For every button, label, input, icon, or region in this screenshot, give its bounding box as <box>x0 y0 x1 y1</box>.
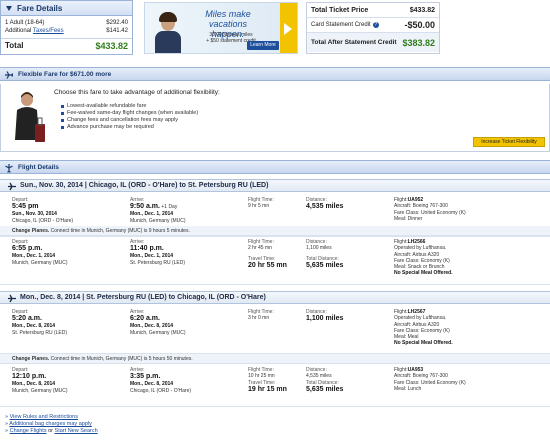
collapse-triangle-icon[interactable] <box>6 6 12 11</box>
total-ticket-price-row: Total Ticket Price $433.82 <box>307 3 439 18</box>
list-item: Fee-waived same-day flight changes (when… <box>61 110 198 117</box>
help-icon[interactable]: ? <box>372 22 379 28</box>
taxes-fees-link[interactable]: Taxes/Fees <box>33 28 64 34</box>
segment-title: Sun., Nov. 30, 2014 | Chicago, IL (ORD -… <box>20 182 269 189</box>
increase-flexibility-button[interactable]: Increase Ticket Flexibility <box>473 137 545 147</box>
flight-details-header[interactable]: Flight Details <box>0 160 550 174</box>
bag-charges-link[interactable]: Additional bag charges may apply <box>9 421 92 427</box>
airplane-icon <box>5 71 14 79</box>
list-item: Lowest-available refundable fare <box>61 103 198 110</box>
list-item: Advance purchase may be required <box>61 124 198 131</box>
segment-header[interactable]: Sun., Nov. 30, 2014 | Chicago, IL (ORD -… <box>0 179 550 192</box>
statement-credit-row: Card Statement Credit? -$50.00 <box>307 18 439 33</box>
ticket-price-panel: Total Ticket Price $433.82 Card Statemen… <box>306 2 440 54</box>
fare-details-title: Fare Details <box>17 4 63 13</box>
start-new-search-link[interactable]: Start New Search <box>55 428 98 434</box>
flexible-fare-header[interactable]: Flexible Fare for $671.00 more <box>0 67 550 81</box>
arrow-right-icon <box>284 23 292 35</box>
flexible-fare-benefits: Lowest-available refundable fare Fee-wai… <box>61 103 198 131</box>
flexible-fare-link[interactable]: Flexible Fare <box>18 71 58 78</box>
connection-notice: Change Planes. Connect time in Munich, G… <box>0 226 550 236</box>
fare-details-header[interactable]: Fare Details <box>1 1 132 16</box>
flight-leg: Depart: 6:55 p.m. Mon., Dec. 1, 2014 Mun… <box>0 237 550 285</box>
segment-header[interactable]: Mon., Dec. 8, 2014 | St. Petersburg RU (… <box>0 291 550 304</box>
airplane-icon <box>8 182 16 191</box>
fare-row-taxes: Additional Taxes/Fees $141.42 <box>5 28 128 34</box>
flight-leg: Depart: 12:10 p.m. Mon., Dec. 8, 2014 Mu… <box>0 365 550 407</box>
connection-notice: Change Planes. Connect time in Munich, G… <box>0 354 550 364</box>
segment-title: Mon., Dec. 8, 2014 | St. Petersburg RU (… <box>20 294 266 301</box>
airplane-icon <box>8 294 16 303</box>
flexible-fare-panel: Choose this fare to take advantage of ad… <box>0 84 550 152</box>
airplane-icon <box>5 164 13 173</box>
flexible-fare-prompt: Choose this fare to take advantage of ad… <box>54 89 220 96</box>
rules-restrictions-link[interactable]: View Rules and Restrictions <box>10 414 78 420</box>
flight-leg: Depart: 5:20 a.m. Mon., Dec. 8, 2014 St.… <box>0 307 550 354</box>
learn-more-button[interactable]: Learn More <box>247 41 279 50</box>
credit-card-ad[interactable]: Miles make vacations happen. 30,000 bonu… <box>144 2 298 54</box>
flight-details-title: Flight Details <box>18 164 59 171</box>
fare-total-row: Total $433.82 <box>1 38 132 53</box>
total-after-credit-row: Total After Statement Credit $383.82 <box>307 33 439 52</box>
bottom-links: View Rules and Restrictions Additional b… <box>5 414 98 435</box>
fare-details-panel: Fare Details 1 Adult (18-64) $292.40 Add… <box>0 0 133 55</box>
fare-row-adult: 1 Adult (18-64) $292.40 <box>5 20 128 26</box>
change-flights-link[interactable]: Change Flights <box>10 428 47 434</box>
traveler-photo <box>15 92 45 142</box>
ad-person-photo <box>149 9 181 53</box>
list-item: Change fees and cancellation fees may ap… <box>61 117 198 124</box>
